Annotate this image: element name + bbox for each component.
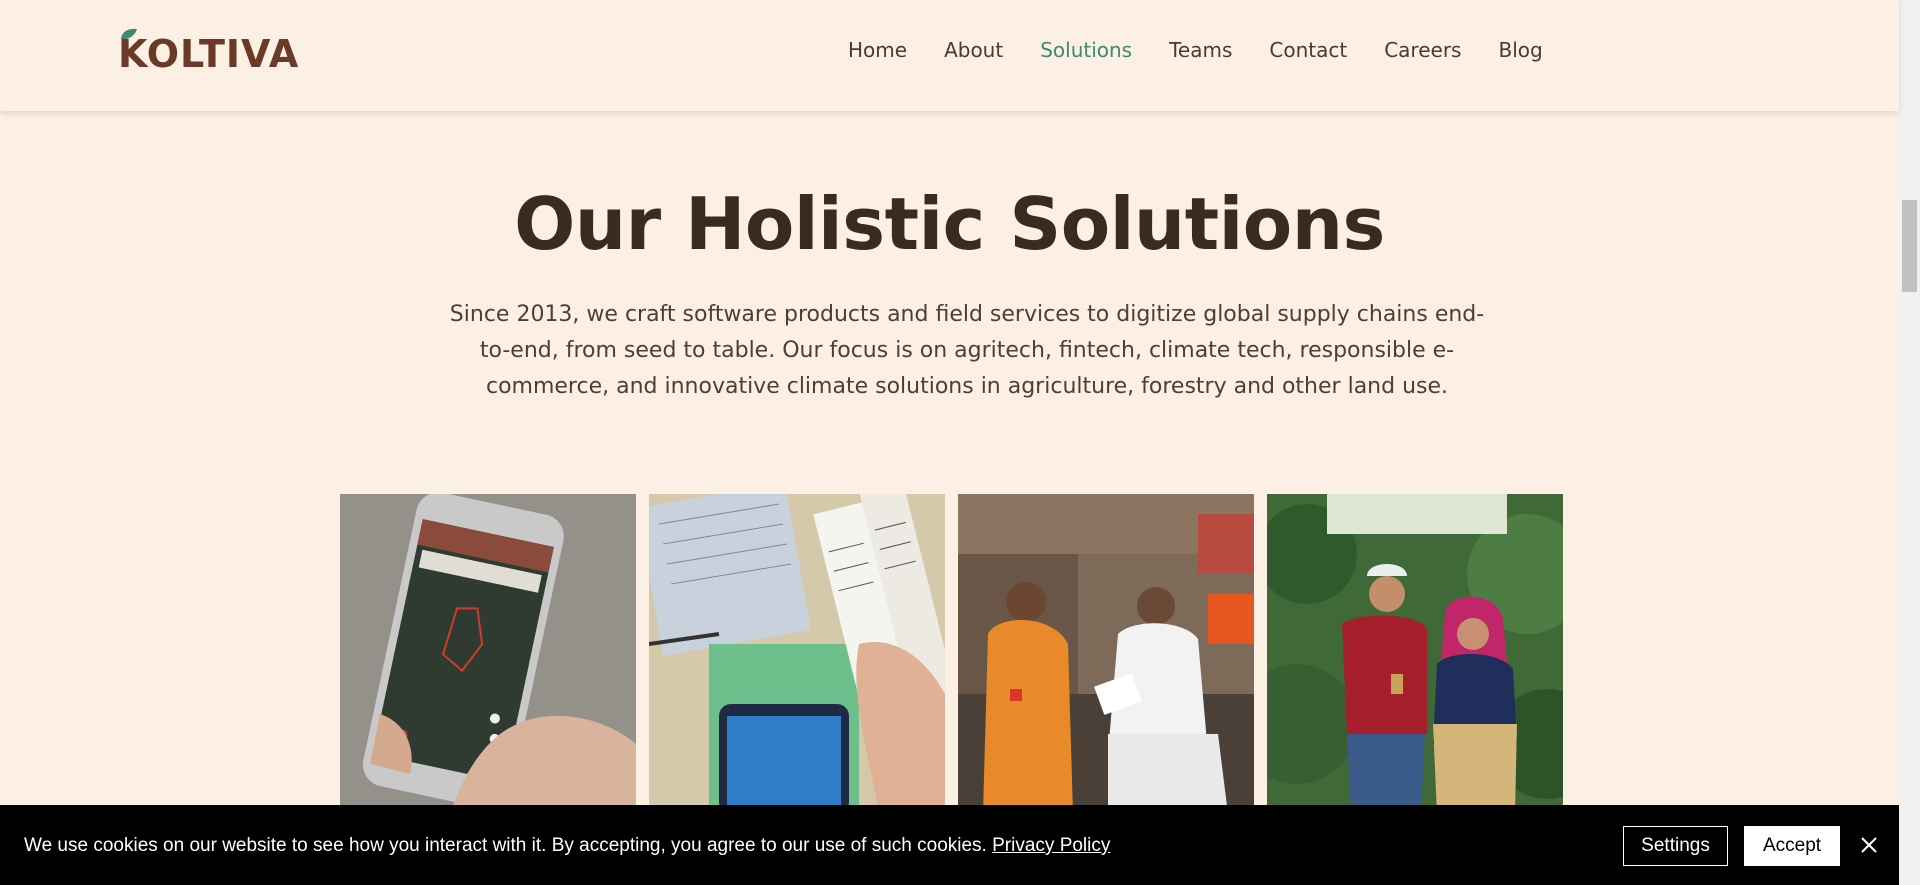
scrollbar-thumb[interactable] — [1902, 200, 1917, 292]
nav-item-careers[interactable]: Careers — [1384, 38, 1461, 62]
solution-image-farmers[interactable] — [1267, 494, 1563, 814]
nav-item-solutions[interactable]: Solutions — [1040, 38, 1132, 62]
site-header: KOLTIVA Home About Solutions Teams Conta… — [0, 0, 1899, 111]
logo-text: KOLTIVA — [118, 32, 300, 76]
nav-item-about[interactable]: About — [944, 38, 1003, 62]
solution-image-geo-trace[interactable] — [340, 494, 636, 814]
cookie-accept-button[interactable]: Accept — [1744, 826, 1840, 866]
cookie-banner: We use cookies on our website to see how… — [0, 805, 1899, 885]
page-scrollbar[interactable] — [1899, 0, 1920, 885]
leaf-icon — [121, 28, 137, 40]
nav-item-teams[interactable]: Teams — [1169, 38, 1232, 62]
solution-image-field-agents[interactable] — [958, 494, 1254, 814]
nav-item-blog[interactable]: Blog — [1498, 38, 1542, 62]
privacy-policy-link[interactable]: Privacy Policy — [992, 835, 1110, 856]
cookie-message: We use cookies on our website to see how… — [24, 835, 1110, 857]
page-title: Our Holistic Solutions — [514, 182, 1385, 266]
close-icon[interactable] — [1858, 834, 1880, 856]
main-nav: Home About Solutions Teams Contact Caree… — [848, 38, 1580, 62]
nav-item-contact[interactable]: Contact — [1269, 38, 1347, 62]
koltiva-logo[interactable]: KOLTIVA — [118, 28, 300, 78]
cookie-text: We use cookies on our website to see how… — [24, 835, 987, 856]
page-description: Since 2013, we craft software products a… — [449, 302, 1485, 399]
cookie-settings-button[interactable]: Settings — [1623, 826, 1728, 866]
solution-image-transactions[interactable] — [649, 494, 945, 814]
nav-item-home[interactable]: Home — [848, 38, 907, 62]
